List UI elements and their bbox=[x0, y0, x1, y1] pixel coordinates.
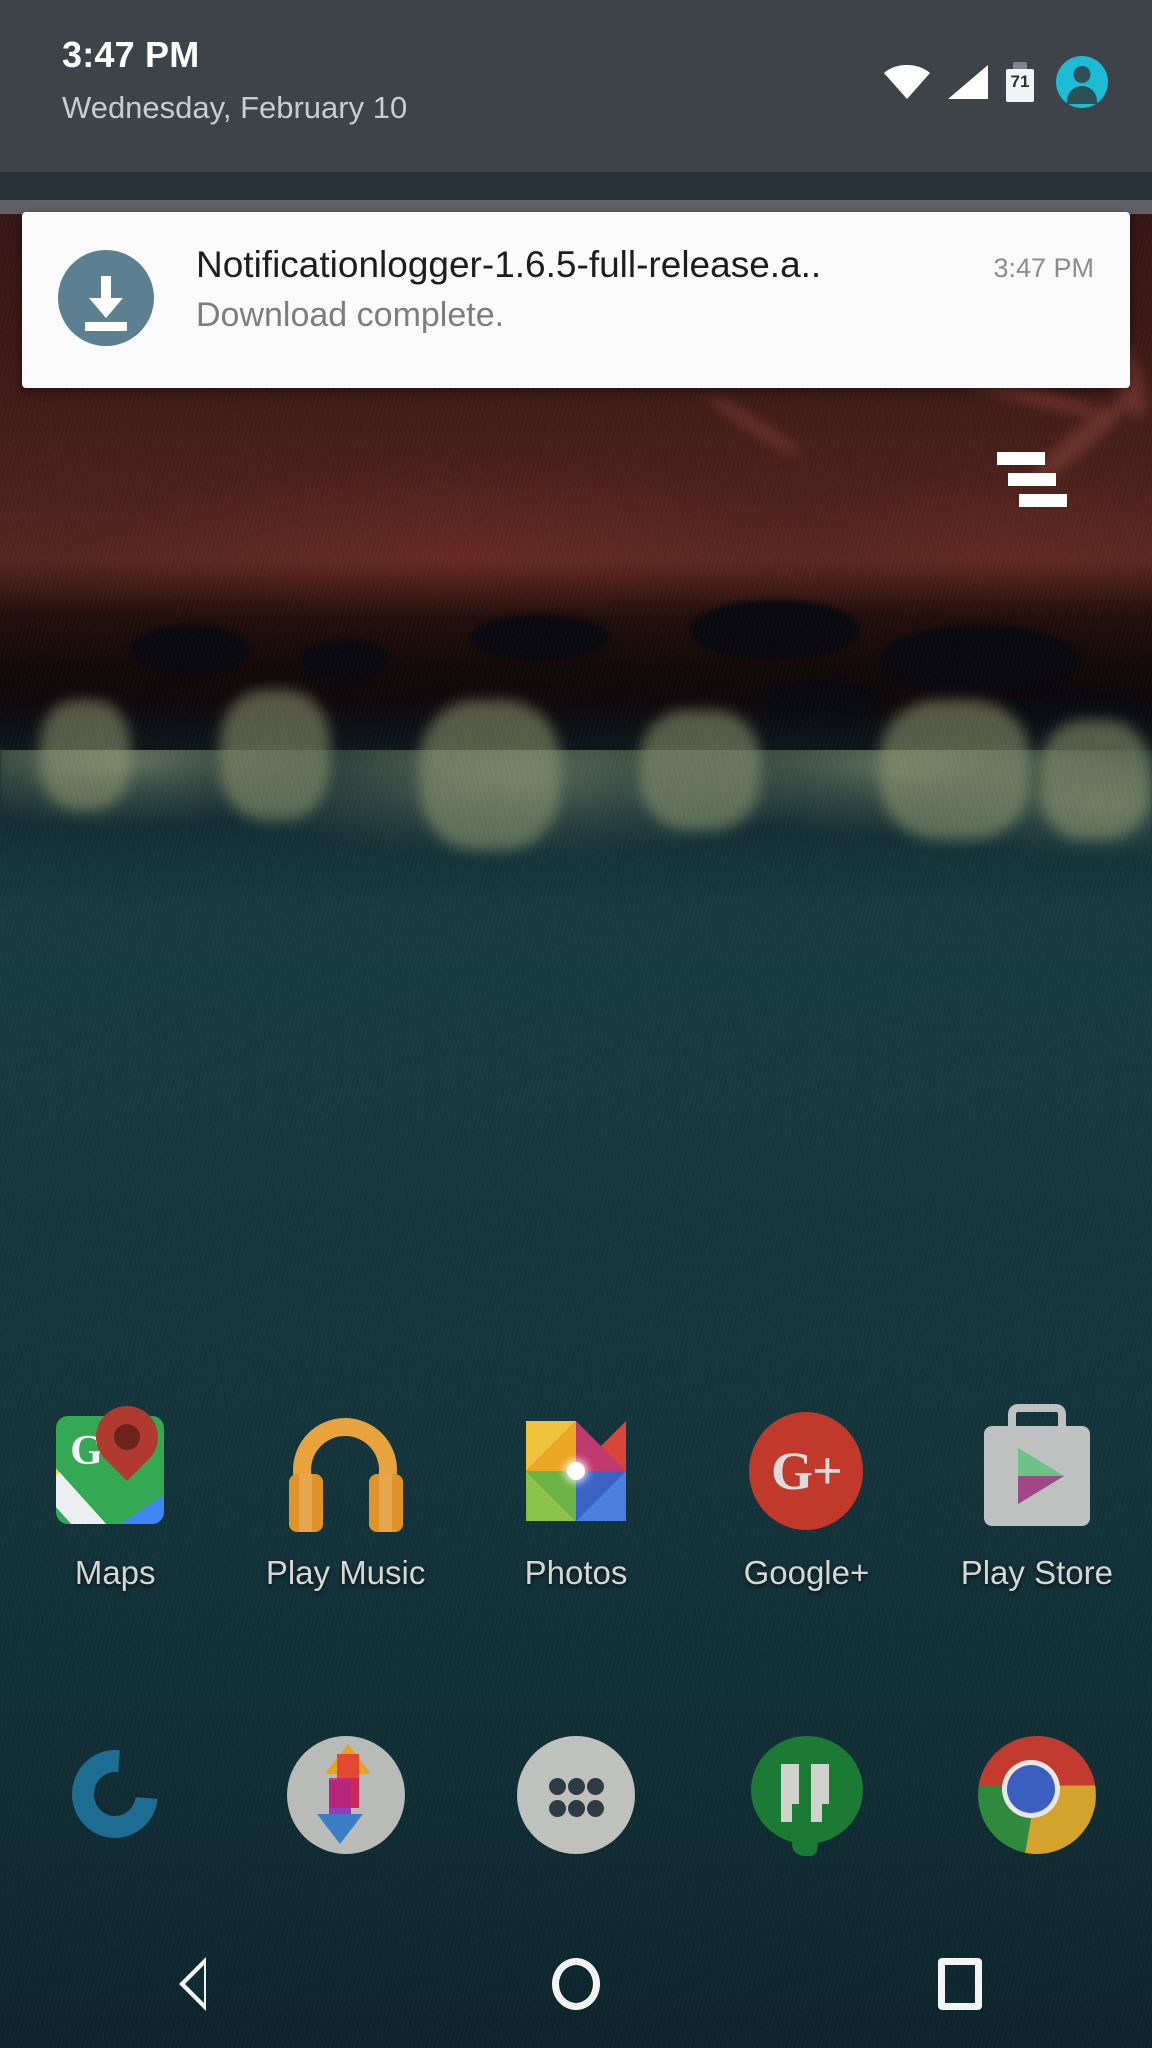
google-maps-icon: G bbox=[48, 1393, 182, 1538]
app-maps[interactable]: G Maps bbox=[0, 1393, 230, 1644]
notification-body: Download complete. bbox=[196, 296, 505, 334]
app-label: Maps bbox=[74, 1554, 156, 1591]
home-button[interactable] bbox=[384, 1958, 768, 2010]
drawer-dot bbox=[549, 1800, 567, 1817]
google-plus-circle: G+ bbox=[749, 1412, 864, 1530]
app-photos[interactable]: Photos bbox=[461, 1404, 691, 1644]
play-triangle-lower bbox=[1017, 1476, 1064, 1504]
recents-square-icon bbox=[938, 1958, 982, 2010]
play-music-icon bbox=[279, 1404, 413, 1538]
android-home-screen: 3:47 PM Wednesday, February 10 71 Notifi… bbox=[0, 0, 1152, 2048]
dock-item-chrome[interactable] bbox=[922, 1700, 1152, 1890]
download-arrow-head bbox=[89, 298, 123, 318]
play-store-icon bbox=[970, 1404, 1104, 1538]
bar-3 bbox=[1019, 494, 1067, 507]
recents-button[interactable] bbox=[768, 1958, 1152, 2010]
avatar-head bbox=[1073, 66, 1091, 83]
wifi-icon bbox=[884, 65, 930, 99]
notification-title-row: Notificationlogger-1.6.5-full-release.a.… bbox=[196, 244, 1130, 286]
navigation-bar bbox=[0, 1920, 1152, 2048]
dock-item-app-drawer[interactable] bbox=[461, 1700, 691, 1890]
battery-level-label: 71 bbox=[1010, 72, 1030, 91]
clock: 3:47 PM bbox=[62, 34, 200, 75]
phone-handset bbox=[69, 1747, 161, 1841]
pinwheel bbox=[517, 1412, 635, 1530]
drawer-dot bbox=[568, 1778, 586, 1795]
chrome-center bbox=[1006, 1765, 1055, 1813]
hangouts-icon bbox=[741, 1730, 871, 1860]
back-triangle-icon bbox=[178, 1957, 206, 2011]
pinwheel-center bbox=[567, 1462, 586, 1480]
home-circle-icon bbox=[552, 1958, 600, 2010]
dock-item-phone[interactable] bbox=[0, 1700, 230, 1890]
back-button[interactable] bbox=[0, 1957, 384, 2011]
app-drawer-circle bbox=[517, 1736, 636, 1854]
avatar-body bbox=[1067, 86, 1097, 104]
app-grid-row: G Maps Play Music Photos G+ Google+ Play… bbox=[0, 1393, 1152, 1644]
google-plus-glyph: G+ bbox=[771, 1441, 843, 1501]
hangouts-quote-right bbox=[811, 1764, 830, 1822]
bar-2 bbox=[1008, 473, 1056, 486]
battery-icon: 71 bbox=[1006, 62, 1034, 102]
drawer-dot bbox=[587, 1778, 605, 1795]
staggered-bars-icon[interactable] bbox=[997, 452, 1067, 507]
app-google-plus[interactable]: G+ Google+ bbox=[691, 1404, 921, 1644]
status-icons: 71 bbox=[884, 56, 1108, 108]
notification-text: Notificationlogger-1.6.5-full-release.a.… bbox=[154, 212, 1130, 335]
hangouts-quote-left bbox=[781, 1764, 800, 1822]
dock bbox=[0, 1700, 1152, 1890]
app-play-store[interactable]: Play Store bbox=[922, 1404, 1152, 1644]
play-triangle-upper bbox=[1017, 1448, 1064, 1476]
headphone-cup-right bbox=[368, 1474, 403, 1532]
cellular-signal-icon bbox=[948, 65, 988, 99]
notification-title: Notificationlogger-1.6.5-full-release.a.… bbox=[196, 244, 822, 285]
app-label: Play Music bbox=[265, 1554, 426, 1591]
arrow-down-head bbox=[316, 1814, 363, 1844]
google-photos-icon bbox=[509, 1404, 643, 1538]
download-icon bbox=[58, 250, 154, 346]
bar-1 bbox=[997, 452, 1045, 465]
drawer-dot bbox=[587, 1800, 605, 1817]
hangouts-bubble bbox=[751, 1736, 864, 1844]
dock-item-hangouts[interactable] bbox=[691, 1700, 921, 1890]
notification-card[interactable]: Notificationlogger-1.6.5-full-release.a.… bbox=[22, 212, 1130, 388]
notification-time: 3:47 PM bbox=[993, 253, 1094, 283]
app-label: Photos bbox=[524, 1554, 628, 1591]
app-play-music[interactable]: Play Music bbox=[230, 1404, 460, 1644]
chrome-icon bbox=[972, 1730, 1102, 1860]
drawer-dot bbox=[568, 1800, 586, 1817]
phone-icon bbox=[50, 1730, 180, 1860]
headphone-cup-left bbox=[288, 1474, 323, 1532]
user-avatar-icon[interactable] bbox=[1056, 56, 1108, 108]
app-label: Google+ bbox=[743, 1554, 870, 1591]
drawer-dot bbox=[549, 1778, 567, 1795]
arrow-overlap bbox=[328, 1778, 359, 1808]
app-drawer-icon bbox=[511, 1730, 641, 1860]
date-label: Wednesday, February 10 bbox=[62, 90, 408, 125]
shade-dark-strip bbox=[0, 172, 1152, 200]
app-label: Play Store bbox=[960, 1554, 1113, 1591]
transfer-arrows-icon bbox=[281, 1730, 411, 1860]
notification-shade-header[interactable]: 3:47 PM Wednesday, February 10 71 bbox=[0, 0, 1152, 172]
dock-item-transfer[interactable] bbox=[230, 1700, 460, 1890]
download-baseline bbox=[85, 322, 127, 331]
google-plus-icon: G+ bbox=[739, 1404, 873, 1538]
